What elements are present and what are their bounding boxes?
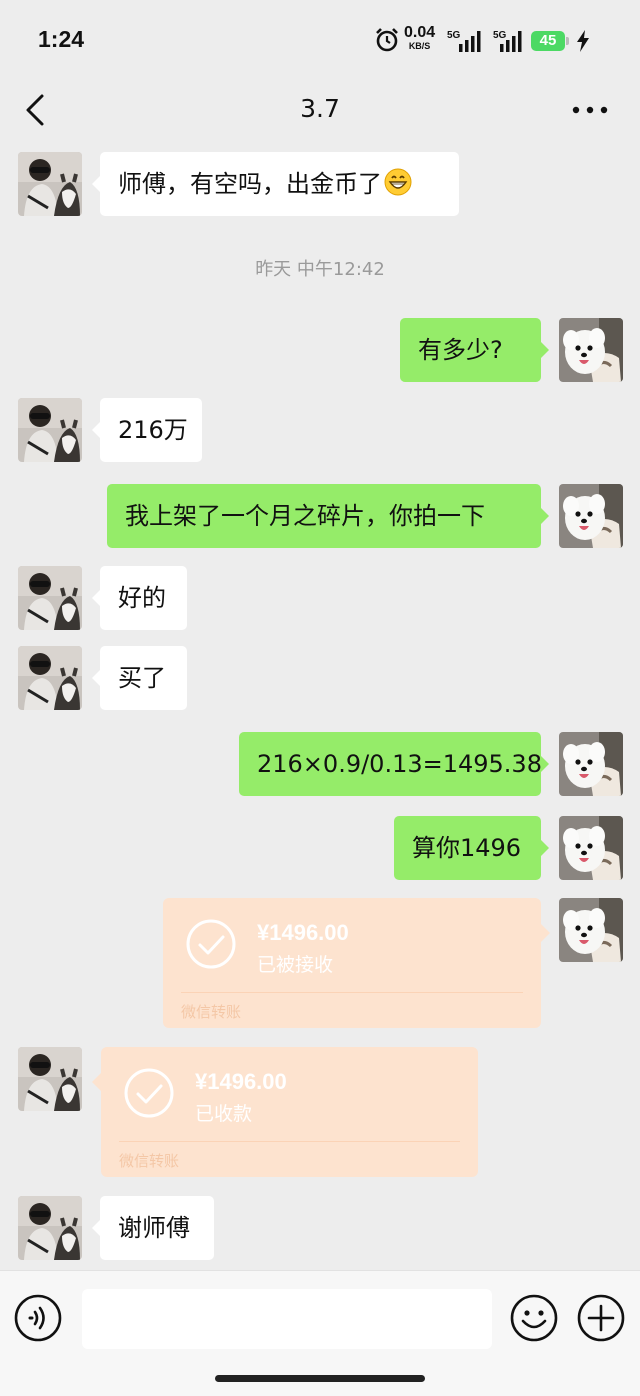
contact-avatar[interactable]: [18, 566, 82, 630]
contact-avatar[interactable]: [18, 152, 82, 216]
alarm-icon: [376, 28, 398, 52]
message-bubble-outgoing[interactable]: 算你1496: [394, 816, 549, 880]
transfer-status: 已收款: [195, 1103, 253, 1125]
battery-tip: [566, 37, 569, 45]
contact-avatar[interactable]: [18, 646, 82, 710]
chat-header: 3.7: [0, 80, 640, 140]
message-text: 我上架了一个月之碎片，你拍一下: [125, 502, 485, 530]
message-text: 算你1496: [412, 834, 522, 862]
my-avatar[interactable]: [559, 732, 623, 796]
plus-icon[interactable]: [576, 1293, 626, 1343]
message-bubble-incoming[interactable]: 好的: [92, 566, 187, 630]
transfer-status: 已被接收: [257, 954, 334, 976]
signal-label: 5G: [493, 30, 507, 41]
message-bubble-incoming[interactable]: 谢师傅: [92, 1196, 214, 1260]
status-time: 1:24: [38, 26, 85, 52]
message-text: 216×0.9/0.13=1495.38: [257, 750, 542, 778]
message-bubble-outgoing[interactable]: 有多少?: [400, 318, 549, 382]
contact-avatar[interactable]: [18, 398, 82, 462]
message-text: 好的: [118, 584, 166, 612]
transfer-card-sent[interactable]: ¥1496.00 已被接收 微信转账: [163, 898, 550, 1028]
contact-avatar[interactable]: [18, 1047, 82, 1111]
charging-icon: [577, 30, 589, 52]
message-text: 师傅，有空吗，出金币了: [118, 170, 382, 198]
signal-icon: 5G: [493, 30, 522, 52]
transfer-amount: ¥1496.00: [257, 920, 349, 945]
message-text: 有多少?: [418, 336, 503, 364]
status-bar: 1:24 0.04 KB/S 5G 5G 45: [0, 0, 640, 80]
network-speed: 0.04 KB/S: [404, 24, 436, 52]
my-avatar[interactable]: [559, 898, 623, 962]
contact-avatar[interactable]: [18, 1196, 82, 1260]
grinning-face-emoji-icon: [384, 168, 412, 196]
chat-title: 3.7: [300, 94, 340, 123]
more-icon[interactable]: [570, 98, 610, 122]
transfer-card-received[interactable]: ¥1496.00 已收款 微信转账: [92, 1047, 478, 1177]
message-bubble-incoming[interactable]: 216万: [92, 398, 202, 462]
message-bubble-outgoing[interactable]: 我上架了一个月之碎片，你拍一下: [107, 484, 549, 548]
voice-input-icon[interactable]: [13, 1293, 63, 1343]
message-bubble-incoming[interactable]: 买了: [92, 646, 187, 710]
transfer-footer: 微信转账: [181, 1003, 242, 1021]
signal-label: 5G: [447, 30, 461, 41]
home-indicator[interactable]: [215, 1375, 425, 1382]
message-text: 买了: [118, 664, 166, 692]
message-input[interactable]: [82, 1289, 492, 1349]
emoji-icon[interactable]: [509, 1293, 559, 1343]
transfer-footer: 微信转账: [119, 1152, 180, 1170]
my-avatar[interactable]: [559, 484, 623, 548]
transfer-divider: [119, 1141, 460, 1142]
my-avatar[interactable]: [559, 318, 623, 382]
chat-timestamp: 昨天 中午12:42: [255, 259, 385, 280]
message-bubble-incoming[interactable]: 师傅，有空吗，出金币了: [92, 152, 459, 216]
transfer-divider: [181, 992, 523, 993]
message-text: 谢师傅: [118, 1214, 190, 1242]
message-bubble-outgoing[interactable]: 216×0.9/0.13=1495.38: [239, 732, 549, 796]
message-text: 216万: [118, 416, 188, 444]
check-circle-icon: [186, 919, 236, 969]
check-circle-icon: [124, 1068, 174, 1118]
signal-icon: 5G: [447, 30, 481, 52]
transfer-amount: ¥1496.00: [195, 1069, 287, 1094]
input-bar: [0, 1270, 640, 1396]
battery-indicator: 45: [531, 31, 565, 51]
my-avatar[interactable]: [559, 816, 623, 880]
